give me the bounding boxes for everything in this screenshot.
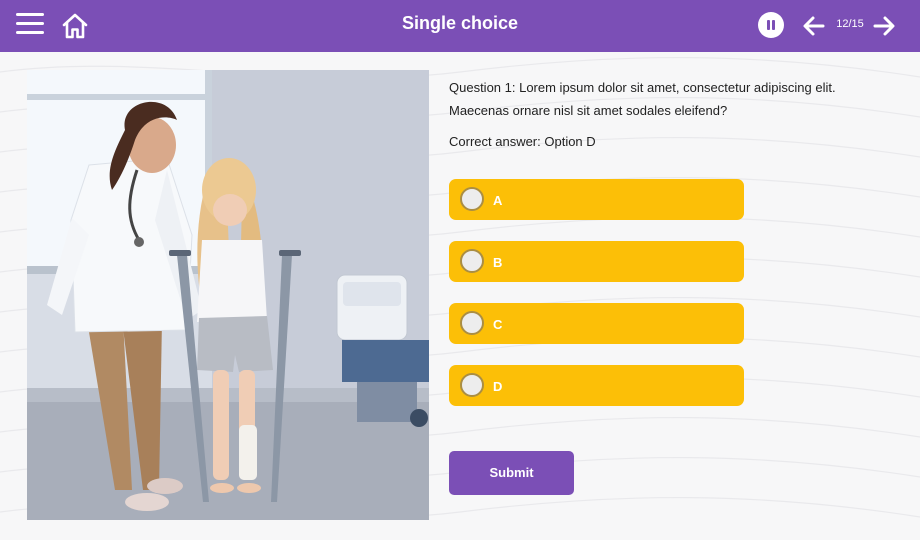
question-text: Question 1: Lorem ipsum dolor sit amet, …	[449, 80, 836, 118]
correct-answer-text: Correct answer: Option D	[449, 134, 596, 149]
radio-icon[interactable]	[460, 249, 484, 273]
option-b[interactable]: B	[449, 241, 744, 282]
radio-icon[interactable]	[460, 187, 484, 211]
radio-icon[interactable]	[460, 311, 484, 335]
question-image	[27, 70, 429, 520]
submit-button[interactable]: Submit	[449, 451, 574, 495]
option-label: B	[493, 255, 503, 270]
option-c[interactable]: C	[449, 303, 744, 344]
arrow-left-icon[interactable]	[802, 14, 826, 38]
option-a[interactable]: A	[449, 179, 744, 220]
top-bar: Single choice 12/15	[0, 0, 920, 52]
option-label: C	[493, 317, 503, 332]
page-counter: 12/15	[836, 18, 864, 30]
arrow-right-icon[interactable]	[872, 14, 896, 38]
option-d[interactable]: D	[449, 365, 744, 406]
option-label: D	[493, 379, 503, 394]
question-panel: Question 1: Lorem ipsum dolor sit amet, …	[449, 76, 869, 149]
radio-icon[interactable]	[460, 373, 484, 397]
pause-icon[interactable]	[758, 12, 784, 38]
option-label: A	[493, 193, 503, 208]
